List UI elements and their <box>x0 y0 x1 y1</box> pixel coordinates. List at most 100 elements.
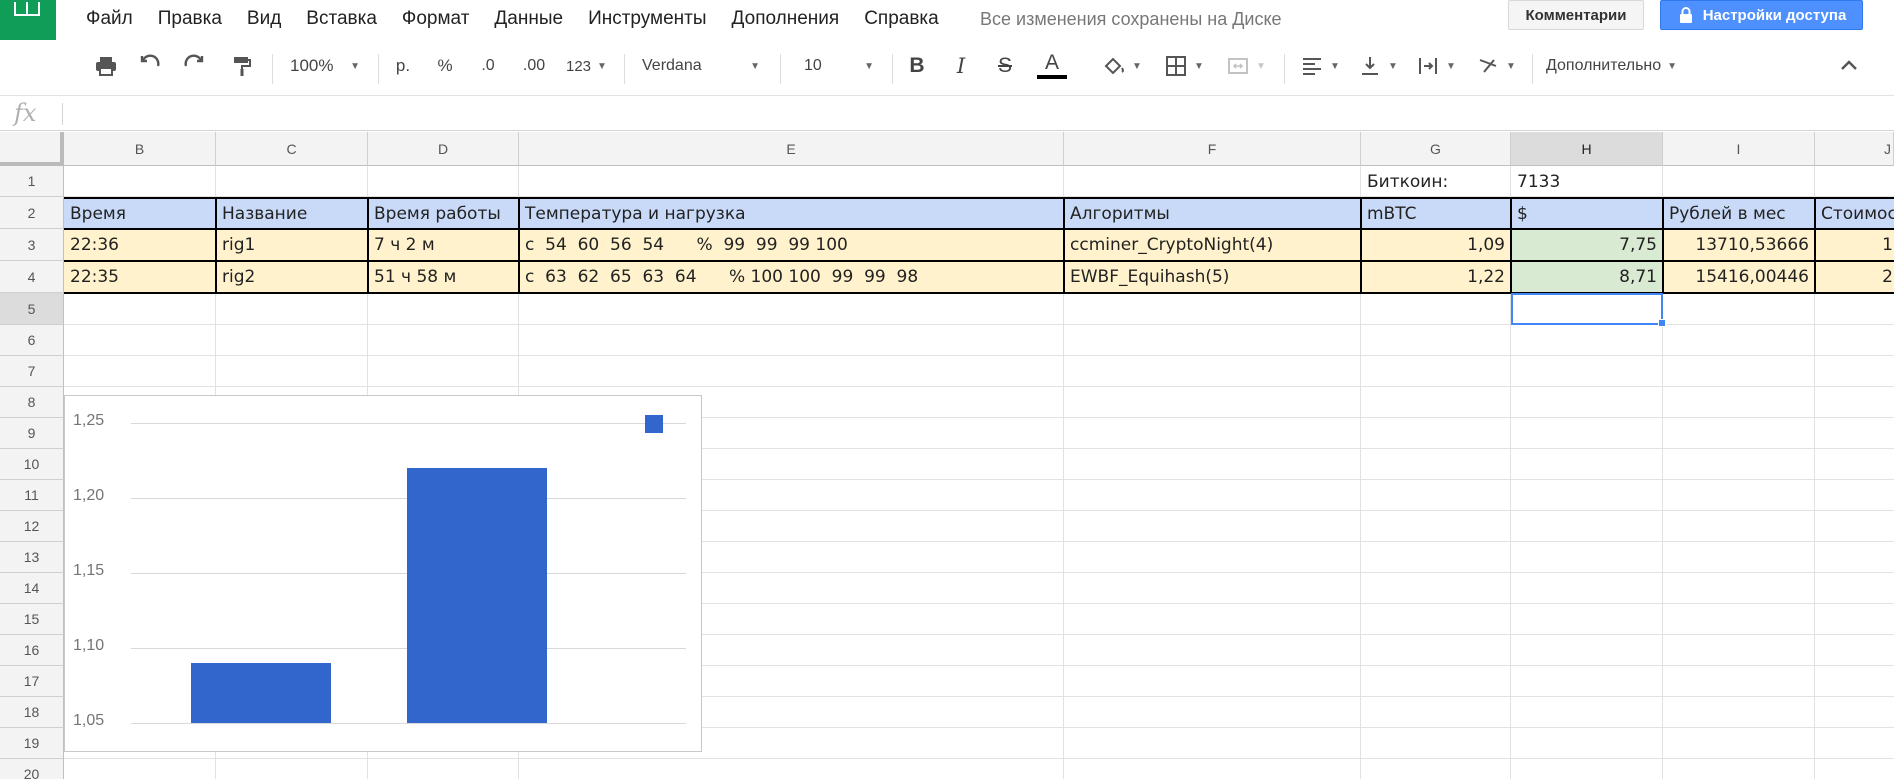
data-cell[interactable]: 7,75 <box>1512 229 1662 261</box>
menu-help[interactable]: Справка <box>864 8 939 30</box>
header-cell[interactable]: Температура и нагрузка <box>520 198 1063 230</box>
data-cell[interactable]: EWBF_Equihash(5) <box>1065 261 1360 293</box>
data-cell[interactable]: ccminer_CryptoNight(4) <box>1065 229 1360 261</box>
row-header-4[interactable]: 4 <box>0 261 64 293</box>
column-header-d[interactable]: D <box>368 132 519 166</box>
text-color-button[interactable]: A <box>1032 51 1072 81</box>
bar-rig1[interactable] <box>191 663 331 723</box>
row-header-13[interactable]: 13 <box>0 542 64 573</box>
data-cell[interactable]: 1 <box>1816 229 1894 261</box>
data-cell[interactable]: 7 ч 2 м <box>369 229 518 261</box>
column-header-i[interactable]: I <box>1663 132 1815 166</box>
bar-chart[interactable]: 1,05 1,10 1,15 1,20 1,25 <box>64 395 702 752</box>
row-header-17[interactable]: 17 <box>0 666 64 697</box>
data-cell[interactable]: 2 <box>1816 261 1894 293</box>
row-header-2[interactable]: 2 <box>0 197 64 229</box>
row-header-3[interactable]: 3 <box>0 229 64 261</box>
row-header-7[interactable]: 7 <box>0 356 64 387</box>
data-cell[interactable]: 15416,00446 <box>1664 261 1814 293</box>
redo-icon[interactable] <box>178 51 210 81</box>
fill-color-icon[interactable]: ▼ <box>1098 51 1146 81</box>
font-select[interactable]: Verdana ▼ <box>636 51 766 81</box>
row-header-15[interactable]: 15 <box>0 604 64 635</box>
print-icon[interactable] <box>90 51 122 81</box>
column-header-e[interactable]: E <box>519 132 1064 166</box>
data-cell[interactable]: с 54 60 56 54 % 99 99 99 100 <box>520 229 1063 261</box>
paint-format-icon[interactable] <box>226 51 258 81</box>
data-cell[interactable]: 22:36 <box>65 229 215 261</box>
undo-icon[interactable] <box>134 51 166 81</box>
text-rotation-icon[interactable]: ▼ <box>1472 51 1520 81</box>
column-header-j[interactable]: J <box>1815 132 1894 166</box>
italic-button[interactable]: I <box>948 51 974 81</box>
font-size-select[interactable]: 10 ▼ <box>798 51 880 81</box>
row-header-19[interactable]: 19 <box>0 728 64 759</box>
share-button[interactable]: Настройки доступа <box>1660 0 1863 30</box>
percent-button[interactable]: % <box>432 51 458 81</box>
column-header-f[interactable]: F <box>1064 132 1361 166</box>
sheets-logo[interactable] <box>0 0 56 40</box>
header-cell[interactable]: $ <box>1512 198 1662 230</box>
select-all-corner[interactable] <box>0 132 64 166</box>
data-cell[interactable]: с 63 62 65 63 64 % 100 100 99 99 98 <box>520 261 1063 293</box>
row-header-12[interactable]: 12 <box>0 511 64 542</box>
row-header-10[interactable]: 10 <box>0 449 64 480</box>
fill-handle[interactable] <box>1658 319 1666 327</box>
header-cell[interactable]: Рублей в мес <box>1664 198 1814 230</box>
text-wrap-icon[interactable]: ▼ <box>1412 51 1460 81</box>
header-cell[interactable]: mBTC <box>1362 198 1510 230</box>
data-cell[interactable]: 1,22 <box>1362 261 1510 293</box>
header-cell[interactable]: Время работы <box>369 198 518 230</box>
data-cell[interactable]: 8,71 <box>1512 261 1662 293</box>
menu-insert[interactable]: Вставка <box>306 8 377 30</box>
header-cell[interactable]: Название <box>217 198 367 230</box>
column-header-c[interactable]: C <box>216 132 368 166</box>
row-header-18[interactable]: 18 <box>0 697 64 728</box>
bitcoin-value-cell[interactable]: 7133 <box>1512 166 1662 198</box>
data-cell[interactable]: rig1 <box>217 229 367 261</box>
more-formats-select[interactable]: 123 ▼ <box>560 51 610 81</box>
decrease-decimals-button[interactable]: .0 <box>472 51 504 81</box>
formula-input[interactable] <box>70 97 1870 130</box>
menu-file[interactable]: Файл <box>86 8 133 30</box>
comments-button[interactable]: Комментарии <box>1508 0 1644 30</box>
column-header-g[interactable]: G <box>1361 132 1511 166</box>
menu-format[interactable]: Формат <box>402 8 470 30</box>
menu-edit[interactable]: Правка <box>158 8 222 30</box>
menu-data[interactable]: Данные <box>494 8 563 30</box>
strikethrough-button[interactable]: S <box>992 51 1018 81</box>
menu-view[interactable]: Вид <box>247 8 281 30</box>
column-header-h[interactable]: H <box>1511 132 1663 166</box>
zoom-select[interactable]: 100% ▼ <box>284 51 366 81</box>
row-header-14[interactable]: 14 <box>0 573 64 604</box>
row-header-6[interactable]: 6 <box>0 325 64 356</box>
row-header-9[interactable]: 9 <box>0 418 64 449</box>
menu-addons[interactable]: Дополнения <box>732 8 840 30</box>
menu-tools[interactable]: Инструменты <box>588 8 706 30</box>
data-cell[interactable]: 22:35 <box>65 261 215 293</box>
vertical-align-icon[interactable]: ▼ <box>1354 51 1402 81</box>
header-cell[interactable]: Стоимость <box>1816 198 1894 230</box>
collapse-toolbar-icon[interactable] <box>1834 51 1864 81</box>
data-cell[interactable]: rig2 <box>217 261 367 293</box>
active-cell-selection[interactable] <box>1511 293 1663 325</box>
data-cell[interactable]: 51 ч 58 м <box>369 261 518 293</box>
column-header-b[interactable]: B <box>64 132 216 166</box>
merge-cells-icon[interactable]: ▼ <box>1222 51 1270 81</box>
data-cell[interactable]: 1,09 <box>1362 229 1510 261</box>
row-header-5[interactable]: 5 <box>0 293 64 325</box>
bar-rig2[interactable] <box>407 468 547 723</box>
row-header-1[interactable]: 1 <box>0 166 64 197</box>
data-cell[interactable]: 13710,53666 <box>1664 229 1814 261</box>
row-header-20[interactable]: 20 <box>0 759 64 779</box>
bitcoin-label-cell[interactable]: Биткоин: <box>1362 166 1510 198</box>
currency-button[interactable]: р. <box>388 51 418 81</box>
row-header-8[interactable]: 8 <box>0 387 64 418</box>
header-cell[interactable]: Время <box>65 198 215 230</box>
bold-button[interactable]: B <box>904 51 930 81</box>
increase-decimals-button[interactable]: .00 <box>516 51 552 81</box>
save-status[interactable]: Все изменения сохранены на Диске <box>980 9 1282 30</box>
borders-icon[interactable]: ▼ <box>1160 51 1208 81</box>
more-button[interactable]: Дополнительно ▼ <box>1546 51 1696 81</box>
header-cell[interactable]: Алгоритмы <box>1065 198 1360 230</box>
